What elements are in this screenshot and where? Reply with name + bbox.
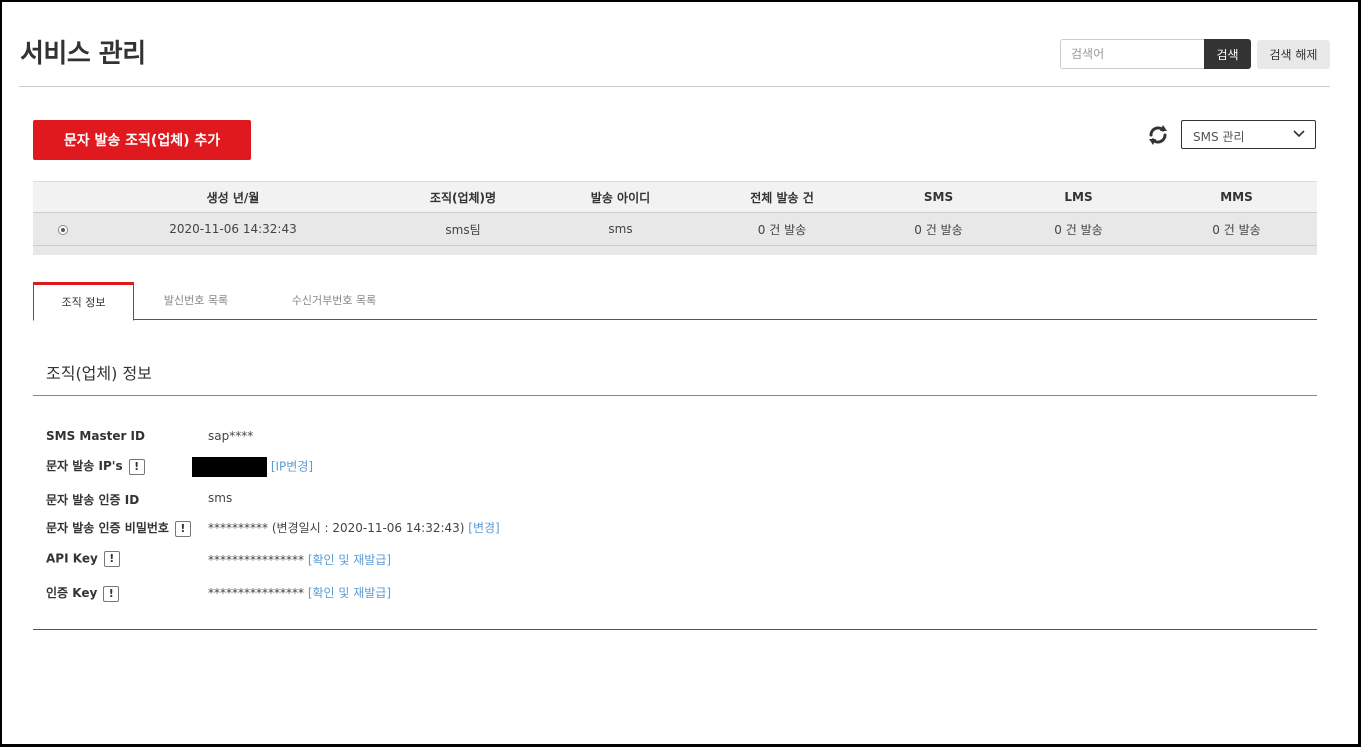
header-divider <box>19 86 1330 87</box>
field-label: SMS Master ID <box>46 429 145 443</box>
search-button[interactable]: 검색 <box>1204 39 1251 69</box>
cell-mms: 0 건 발송 <box>1212 222 1261 237</box>
auth-key-reissue-link[interactable]: [확인 및 재발급] <box>308 586 391 600</box>
table-row[interactable]: 2020-11-06 14:32:43 sms팀 sms 0 건 발송 0 건 … <box>33 212 1317 246</box>
page-title: 서비스 관리 <box>20 39 146 69</box>
field-label: 문자 발송 인증 ID <box>46 493 140 507</box>
column-header-sender-id: 발송 아이디 <box>590 190 651 205</box>
ip-change-link[interactable]: [IP변경] <box>271 460 313 474</box>
cell-created: 2020-11-06 14:32:43 <box>169 222 297 236</box>
cell-total: 0 건 발송 <box>757 222 807 237</box>
cell-sms: 0 건 발송 <box>914 222 963 237</box>
page-frame: 서비스 관리 검색 검색 해제 문자 발송 조직(업체) 추가 SMS 관리 생… <box>2 2 1358 744</box>
field-value: sms <box>208 491 233 505</box>
column-header-select <box>33 182 93 213</box>
table-header-row: 생성 년/월 조직(업체)명 발송 아이디 전체 발송 건 SMS LMS MM… <box>33 181 1317 213</box>
refresh-icon[interactable] <box>1146 123 1170 147</box>
tab-sender-numbers[interactable]: 발신번호 목록 <box>146 282 246 321</box>
field-value: **************** <box>208 553 304 567</box>
column-header-total: 전체 발송 건 <box>750 190 814 205</box>
field-value-wrap: ********** (변경일시 : 2020-11-06 14:32:43) … <box>208 519 500 536</box>
info-icon[interactable]: ! <box>103 551 120 567</box>
info-icon[interactable]: ! <box>128 458 145 475</box>
service-select[interactable]: SMS 관리 <box>1181 120 1316 149</box>
info-icon[interactable]: ! <box>174 520 191 537</box>
cell-lms: 0 건 발송 <box>1054 222 1103 237</box>
info-icon[interactable]: ! <box>103 585 120 602</box>
add-organization-button[interactable]: 문자 발송 조직(업체) 추가 <box>33 120 251 160</box>
column-header-mms: MMS <box>1220 190 1253 204</box>
field-label: 인증 Key <box>46 586 98 600</box>
field-value: **************** <box>208 586 304 600</box>
field-label-wrap: 문자 발송 인증 비밀번호! <box>46 519 191 537</box>
field-label-wrap: 인증 Key! <box>46 584 120 602</box>
section-title: 조직(업체) 정보 <box>46 364 152 383</box>
section-divider <box>33 395 1317 396</box>
field-value: sap**** <box>208 429 254 443</box>
bottom-divider <box>33 629 1317 630</box>
column-header-created: 생성 년/월 <box>206 190 260 205</box>
tab-bar: 조직 정보 발신번호 목록 수신거부번호 목록 <box>33 282 1317 321</box>
search-clear-button[interactable]: 검색 해제 <box>1257 40 1330 69</box>
tab-org-info[interactable]: 조직 정보 <box>33 282 134 321</box>
field-label-wrap: 문자 발송 IP's! <box>46 457 145 475</box>
field-label: 문자 발송 인증 비밀번호 <box>46 521 169 535</box>
row-radio[interactable] <box>58 224 68 235</box>
tab-reject-numbers[interactable]: 수신거부번호 목록 <box>274 282 394 321</box>
organization-table: 생성 년/월 조직(업체)명 발송 아이디 전체 발송 건 SMS LMS MM… <box>33 181 1317 246</box>
column-header-sms: SMS <box>923 190 954 204</box>
cell-org-name: sms팀 <box>445 222 481 237</box>
field-value: ********** (변경일시 : 2020-11-06 14:32:43) <box>208 521 465 535</box>
table-footer <box>33 246 1317 255</box>
api-key-reissue-link[interactable]: [확인 및 재발급] <box>308 553 391 567</box>
service-select-value: SMS 관리 <box>1193 130 1245 144</box>
field-value-wrap: [IP변경] <box>192 457 313 477</box>
field-value-wrap: **************** [확인 및 재발급] <box>208 551 391 568</box>
cell-sender-id: sms <box>608 222 633 236</box>
row-select-cell[interactable] <box>33 213 93 246</box>
field-label: 문자 발송 IP's <box>46 459 123 473</box>
chevron-down-icon <box>1293 130 1305 138</box>
field-label-wrap: API Key! <box>46 551 120 567</box>
password-change-link[interactable]: [변경] <box>468 521 499 535</box>
search-input[interactable] <box>1060 39 1205 69</box>
field-label: API Key <box>46 551 98 566</box>
redacted-ip <box>192 457 267 477</box>
column-header-lms: LMS <box>1064 190 1093 204</box>
column-header-org-name: 조직(업체)명 <box>429 190 497 205</box>
field-value-wrap: **************** [확인 및 재발급] <box>208 584 391 601</box>
